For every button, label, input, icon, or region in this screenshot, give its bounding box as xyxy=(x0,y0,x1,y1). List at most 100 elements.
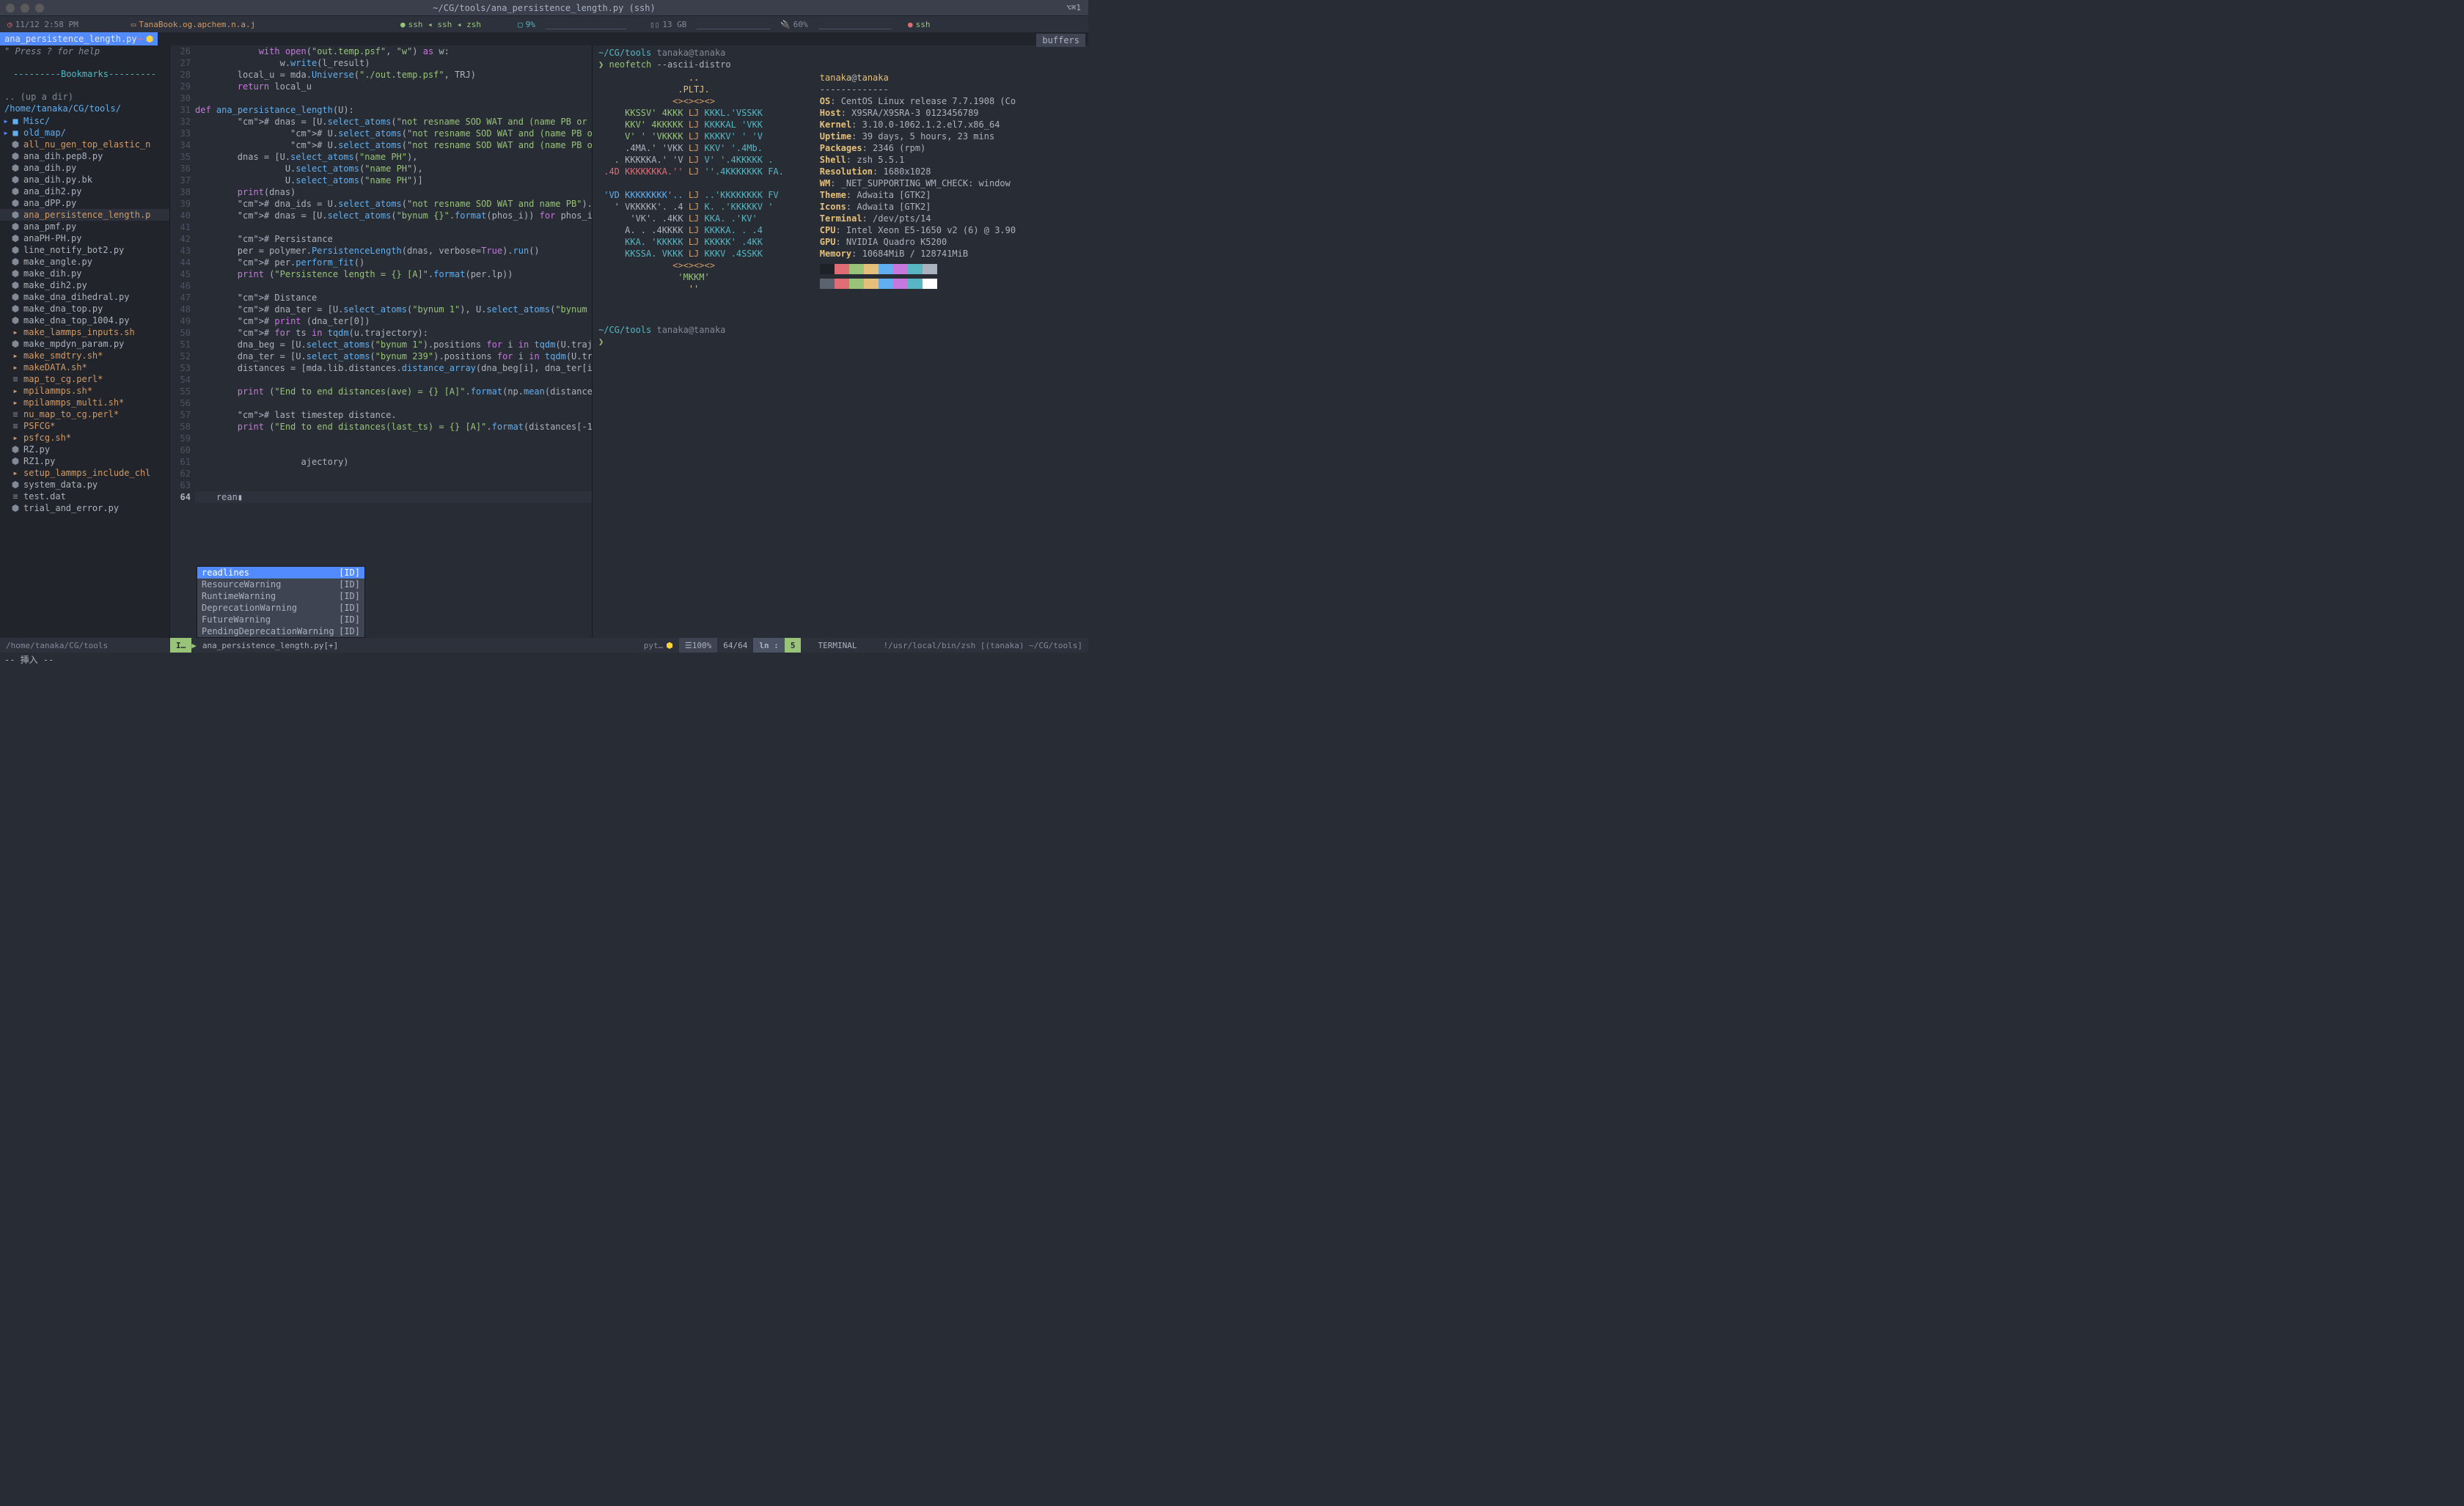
battery: 🔌 60% xyxy=(776,19,896,29)
minimize-button[interactable] xyxy=(21,4,29,12)
terminal-prompt[interactable]: ❯ xyxy=(598,337,604,347)
buffers-label[interactable]: buffers xyxy=(1036,34,1085,47)
autocomplete-popup[interactable]: readlines[ID]ResourceWarning[ID]RuntimeW… xyxy=(197,566,365,638)
traffic-lights xyxy=(6,4,44,12)
tree-item[interactable]: ▸■Misc/ xyxy=(0,115,169,127)
tree-item[interactable]: ⬢anaPH-PH.py xyxy=(0,232,169,244)
tree-item[interactable]: ⬢RZ1.py xyxy=(0,455,169,467)
hostname: ▭ TanaBook.og.apchem.n.a.j xyxy=(127,20,260,29)
tree-item[interactable]: ≡test.dat xyxy=(0,491,169,502)
tree-item[interactable]: ≡nu_map_to_cg.perl* xyxy=(0,408,169,420)
python-icon: ⬢ xyxy=(666,641,673,650)
ssh-chain: ● ssh ◂ ssh ◂ zsh xyxy=(396,20,485,29)
top-statusbar: ◷ 11/12 2:58 PM ▭ TanaBook.og.apchem.n.a… xyxy=(0,16,1088,32)
code-editor[interactable]: 2627282930313233343536373839404142434445… xyxy=(170,45,593,638)
maximize-button[interactable] xyxy=(35,4,44,12)
text-icon: ≡ xyxy=(10,491,21,502)
completion-item[interactable]: DeprecationWarning[ID] xyxy=(197,602,364,614)
completion-item[interactable]: PendingDeprecationWarning[ID] xyxy=(197,625,364,637)
py-icon: ⬢ xyxy=(10,315,21,326)
py-icon: ⬢ xyxy=(10,139,21,150)
tree-item[interactable]: ▸mpilammps.sh* xyxy=(0,385,169,397)
tree-item[interactable]: ⬢make_mpdyn_param.py xyxy=(0,338,169,350)
tree-item[interactable]: ⬢system_data.py xyxy=(0,479,169,491)
neofetch-output: .. .PLTJ. <><><><> KKSSV' 4KKK LJ KKKL.'… xyxy=(598,72,1082,295)
sl-terminal-label: TERMINAL xyxy=(812,638,862,653)
tree-item[interactable]: ⬢make_dih.py xyxy=(0,268,169,279)
sl-filename: ana_persistence_length.py[+] xyxy=(197,638,344,653)
tree-item[interactable]: ⬢ana_dih.pep8.py xyxy=(0,150,169,162)
tree-item[interactable]: ⬢make_dna_top.py xyxy=(0,303,169,315)
window-shortcut: ⌥⌘1 xyxy=(1066,3,1081,12)
completion-item[interactable]: ResourceWarning[ID] xyxy=(197,578,364,590)
py-icon: ⬢ xyxy=(10,151,21,161)
main-layout: " Press ? for help ---------Bookmarks---… xyxy=(0,45,1088,638)
sh-icon: ▸ xyxy=(10,433,21,443)
tree-item[interactable]: ▸makeDATA.sh* xyxy=(0,361,169,373)
memory-usage: ▯▯ 13 GB xyxy=(645,19,774,29)
sl-column: 5 xyxy=(785,638,802,653)
py-icon: ⬢ xyxy=(10,163,21,173)
tree-item[interactable]: ⬢make_dih2.py xyxy=(0,279,169,291)
py-icon: ⬢ xyxy=(10,210,21,220)
tree-item[interactable]: ⬢ana_dih2.py xyxy=(0,186,169,197)
tree-item[interactable]: ▸make_lammps_inputs.sh xyxy=(0,326,169,338)
completion-item[interactable]: FutureWarning[ID] xyxy=(197,614,364,625)
py-icon: ⬢ xyxy=(10,280,21,290)
close-button[interactable] xyxy=(6,4,15,12)
sh-icon: ▸ xyxy=(10,350,21,361)
ascii-logo: .. .PLTJ. <><><><> KKSSV' 4KKK LJ KKKL.'… xyxy=(598,72,805,295)
tree-item[interactable]: ⬢make_angle.py xyxy=(0,256,169,268)
tree-item[interactable]: ⬢ana_dih.py xyxy=(0,162,169,174)
code-lines[interactable]: with open("out.temp.psf", "w") as w: w.w… xyxy=(195,45,592,638)
tree-item[interactable]: ⬢ana_dPP.py xyxy=(0,197,169,209)
completion-item[interactable]: RuntimeWarning[ID] xyxy=(197,590,364,602)
up-directory[interactable]: .. (up a dir) xyxy=(0,91,169,103)
tree-item[interactable]: ⬢all_nu_gen_top_elastic_n xyxy=(0,139,169,150)
sl-percent: ☰ 100% xyxy=(679,638,717,653)
py-icon: ⬢ xyxy=(10,304,21,314)
ssh-indicator: ● ssh xyxy=(903,20,935,29)
window-titlebar: ~/CG/tools/ana_persistence_length.py (ss… xyxy=(0,0,1088,16)
terminal-command: neofetch --ascii-distro xyxy=(609,59,730,70)
py-icon: ⬢ xyxy=(10,268,21,279)
tree-item[interactable]: ⬢make_dna_top_1004.py xyxy=(0,315,169,326)
batt-sparkline xyxy=(818,19,892,29)
tab-active[interactable]: ana_persistence_length.py+⬢ xyxy=(0,32,158,45)
tree-item[interactable]: ⬢RZ.py xyxy=(0,444,169,455)
tree-item[interactable]: ⬢line_notify_bot2.py xyxy=(0,244,169,256)
file-tree-sidebar[interactable]: " Press ? for help ---------Bookmarks---… xyxy=(0,45,170,638)
py-icon: ⬢ xyxy=(10,245,21,255)
line-gutter: 2627282930313233343536373839404142434445… xyxy=(170,45,195,638)
tree-item[interactable]: ▸psfcg.sh* xyxy=(0,432,169,444)
dir-icon: ■ xyxy=(10,128,21,138)
py-icon: ⬢ xyxy=(10,198,21,208)
py-icon: ⬢ xyxy=(10,444,21,455)
tree-item[interactable]: ▸mpilammps_multi.sh* xyxy=(0,397,169,408)
tree-item[interactable]: ▸setup_lammps_include_chl xyxy=(0,467,169,479)
color-palette xyxy=(820,264,1016,274)
py-icon: ⬢ xyxy=(10,175,21,185)
current-path[interactable]: /home/tanaka/CG/tools/ xyxy=(0,103,169,114)
completion-item[interactable]: readlines[ID] xyxy=(197,567,364,578)
tree-item[interactable]: ⬢ana_persistence_length.p xyxy=(0,209,169,221)
py-icon: ⬢ xyxy=(10,221,21,232)
tree-item[interactable]: ⬢ana_dih.py.bk xyxy=(0,174,169,186)
py-icon: ⬢ xyxy=(10,186,21,196)
tree-item[interactable]: ≡PSFCG* xyxy=(0,420,169,432)
tree-item[interactable]: ⬢ana_pmf.py xyxy=(0,221,169,232)
mem-sparkline xyxy=(697,19,770,29)
dir-icon: ■ xyxy=(10,116,21,126)
tree-item[interactable]: ⬢trial_and_error.py xyxy=(0,502,169,514)
py-icon: ⬢ xyxy=(10,233,21,243)
terminal-pane[interactable]: ~/CG/tools tanaka@tanaka ❯ neofetch --as… xyxy=(593,45,1088,638)
tree-item[interactable]: ▸■old_map/ xyxy=(0,127,169,139)
bookmarks-header: ---------Bookmarks--------- xyxy=(0,67,169,81)
tree-item[interactable]: ≡map_to_cg.perl* xyxy=(0,373,169,385)
py-icon: ⬢ xyxy=(10,480,21,490)
tree-item[interactable]: ⬢make_dna_dihedral.py xyxy=(0,291,169,303)
tree-item[interactable]: ▸make_smdtry.sh* xyxy=(0,350,169,361)
sh-icon: ▸ xyxy=(10,362,21,372)
perl-icon: ≡ xyxy=(10,409,21,419)
sl-sidebar-path: /home/tanaka/CG/tools xyxy=(0,638,170,653)
